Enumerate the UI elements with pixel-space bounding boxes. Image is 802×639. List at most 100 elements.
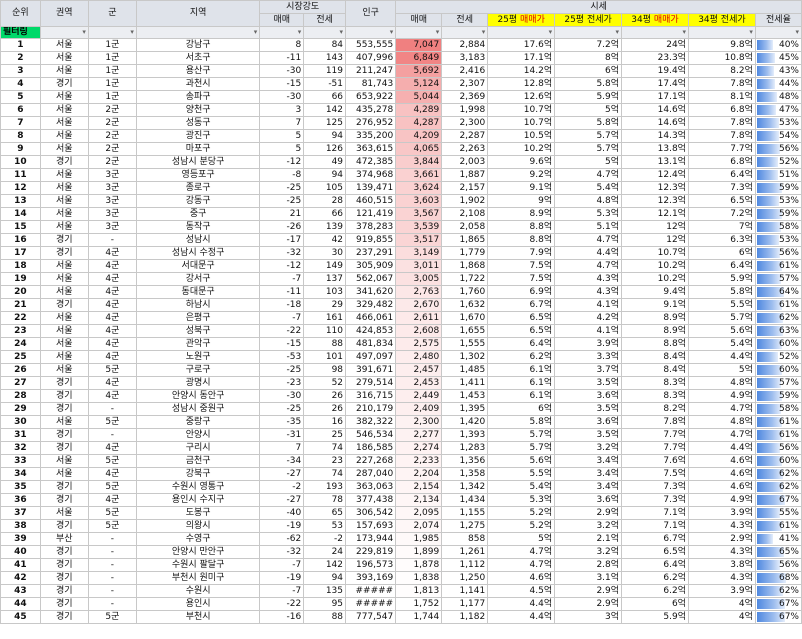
cell-ratio[interactable]: 62% (754, 480, 802, 494)
cell-sale-price[interactable]: 2,233 (395, 454, 443, 468)
cell-34-jeonse[interactable]: 4.6억 (687, 467, 756, 481)
cell-25-sale[interactable]: 7.5억 (487, 259, 556, 273)
cell-ratio[interactable]: 67% (754, 493, 802, 507)
cell-34-sale[interactable]: 8.3억 (621, 389, 689, 403)
cell-rank[interactable]: 4 (0, 77, 41, 91)
cell-population[interactable]: 287,040 (345, 467, 397, 481)
cell-34-sale[interactable]: 14.6억 (621, 116, 689, 130)
cell-25-jeonse[interactable]: 4.7억 (554, 168, 623, 182)
cell-34-jeonse[interactable]: 5.7억 (687, 311, 756, 325)
cell-rank[interactable]: 7 (0, 116, 41, 130)
cell-25-sale[interactable]: 5.6억 (487, 454, 556, 468)
cell-34-jeonse[interactable]: 10.8억 (687, 51, 756, 65)
cell-25-jeonse[interactable]: 5.8억 (554, 116, 623, 130)
cell-34-jeonse[interactable]: 4.4억 (687, 441, 756, 455)
cell-tier[interactable]: 3군 (87, 220, 137, 234)
cell-tier[interactable]: 5군 (87, 506, 137, 520)
cell-25-jeonse[interactable]: 3.4억 (554, 454, 623, 468)
cell-population[interactable]: 919,855 (345, 233, 397, 247)
cell-jeonse-price[interactable]: 1,411 (441, 376, 489, 390)
cell-population[interactable]: 363,063 (345, 480, 397, 494)
cell-strength-sale[interactable]: -32 (259, 246, 305, 260)
cell-sale-price[interactable]: 3,539 (395, 220, 443, 234)
cell-population[interactable]: 81,743 (345, 77, 397, 91)
cell-area[interactable]: 도봉구 (135, 506, 261, 520)
cell-population[interactable]: ##### (345, 584, 397, 598)
cell-strength-jeonse[interactable]: 142 (303, 103, 347, 117)
cell-tier[interactable]: 2군 (87, 116, 137, 130)
cell-population[interactable]: 279,514 (345, 376, 397, 390)
cell-34-sale[interactable]: 12.3억 (621, 194, 689, 208)
cell-strength-sale[interactable]: -25 (259, 194, 305, 208)
cell-tier[interactable]: 1군 (87, 38, 137, 52)
cell-25-sale[interactable]: 10.7억 (487, 116, 556, 130)
cell-34-jeonse[interactable]: 4.6억 (687, 454, 756, 468)
cell-sale-price[interactable]: 1,899 (395, 545, 443, 559)
cell-area[interactable]: 의왕시 (135, 519, 261, 533)
cell-25-jeonse[interactable]: 5억 (554, 155, 623, 169)
cell-34-jeonse[interactable]: 8.1억 (687, 90, 756, 104)
cell-jeonse-price[interactable]: 1,182 (441, 610, 489, 624)
cell-sale-price[interactable]: 3,603 (395, 194, 443, 208)
cell-strength-sale[interactable]: -2 (259, 480, 305, 494)
cell-25-sale[interactable]: 6.1억 (487, 363, 556, 377)
cell-area[interactable]: 부천시 (135, 610, 261, 624)
cell-34-sale[interactable]: 14.6억 (621, 103, 689, 117)
cell-tier[interactable]: 4군 (87, 337, 137, 351)
cell-tier[interactable]: 4군 (87, 272, 137, 286)
filter-dropdown-region[interactable]: ▾ (39, 26, 89, 39)
cell-34-jeonse[interactable]: 6.5억 (687, 194, 756, 208)
cell-25-jeonse[interactable]: 3.4억 (554, 467, 623, 481)
cell-population[interactable]: 377,438 (345, 493, 397, 507)
cell-ratio[interactable]: 45% (754, 51, 802, 65)
cell-tier[interactable]: 1군 (87, 64, 137, 78)
cell-region[interactable]: 경기 (39, 389, 89, 403)
cell-rank[interactable]: 21 (0, 298, 41, 312)
cell-34-jeonse[interactable]: 2.9억 (687, 532, 756, 546)
cell-jeonse-price[interactable]: 1,865 (441, 233, 489, 247)
cell-34-jeonse[interactable]: 7.8억 (687, 77, 756, 91)
cell-34-sale[interactable]: 8.2억 (621, 402, 689, 416)
cell-population[interactable]: 173,944 (345, 532, 397, 546)
cell-area[interactable]: 노원구 (135, 350, 261, 364)
cell-25-jeonse[interactable]: 8억 (554, 51, 623, 65)
cell-region[interactable]: 경기 (39, 545, 89, 559)
cell-strength-jeonse[interactable]: 78 (303, 493, 347, 507)
cell-ratio[interactable]: 52% (754, 350, 802, 364)
cell-25-jeonse[interactable]: 3억 (554, 610, 623, 624)
cell-34-sale[interactable]: 6.5억 (621, 545, 689, 559)
cell-sale-price[interactable]: 5,124 (395, 77, 443, 91)
cell-34-jeonse[interactable]: 5.5억 (687, 298, 756, 312)
cell-strength-sale[interactable]: -7 (259, 272, 305, 286)
cell-strength-sale[interactable]: -34 (259, 454, 305, 468)
cell-ratio[interactable]: 57% (754, 272, 802, 286)
cell-strength-jeonse[interactable]: 49 (303, 155, 347, 169)
cell-rank[interactable]: 11 (0, 168, 41, 182)
cell-25-sale[interactable]: 10.2억 (487, 142, 556, 156)
cell-ratio[interactable]: 61% (754, 428, 802, 442)
cell-region[interactable]: 서울 (39, 324, 89, 338)
cell-strength-sale[interactable]: -22 (259, 597, 305, 611)
cell-strength-jeonse[interactable]: 193 (303, 480, 347, 494)
cell-ratio[interactable]: 61% (754, 415, 802, 429)
cell-34-sale[interactable]: 9.1억 (621, 298, 689, 312)
cell-strength-sale[interactable]: -7 (259, 584, 305, 598)
cell-population[interactable]: 329,482 (345, 298, 397, 312)
cell-sale-price[interactable]: 3,011 (395, 259, 443, 273)
cell-34-sale[interactable]: 6억 (621, 597, 689, 611)
cell-ratio[interactable]: 58% (754, 402, 802, 416)
cell-25-sale[interactable]: 5.3억 (487, 493, 556, 507)
cell-strength-sale[interactable]: 21 (259, 207, 305, 221)
cell-jeonse-price[interactable]: 1,141 (441, 584, 489, 598)
cell-34-jeonse[interactable]: 3.9억 (687, 584, 756, 598)
cell-sale-price[interactable]: 1,752 (395, 597, 443, 611)
cell-area[interactable]: 수원시 팔달구 (135, 558, 261, 572)
cell-sale-price[interactable]: 2,457 (395, 363, 443, 377)
cell-jeonse-price[interactable]: 2,263 (441, 142, 489, 156)
cell-25-sale[interactable]: 9.2억 (487, 168, 556, 182)
cell-25-sale[interactable]: 5억 (487, 532, 556, 546)
cell-ratio[interactable]: 68% (754, 571, 802, 585)
cell-25-jeonse[interactable]: 4.3억 (554, 272, 623, 286)
cell-rank[interactable]: 38 (0, 519, 41, 533)
cell-area[interactable]: 관악구 (135, 337, 261, 351)
